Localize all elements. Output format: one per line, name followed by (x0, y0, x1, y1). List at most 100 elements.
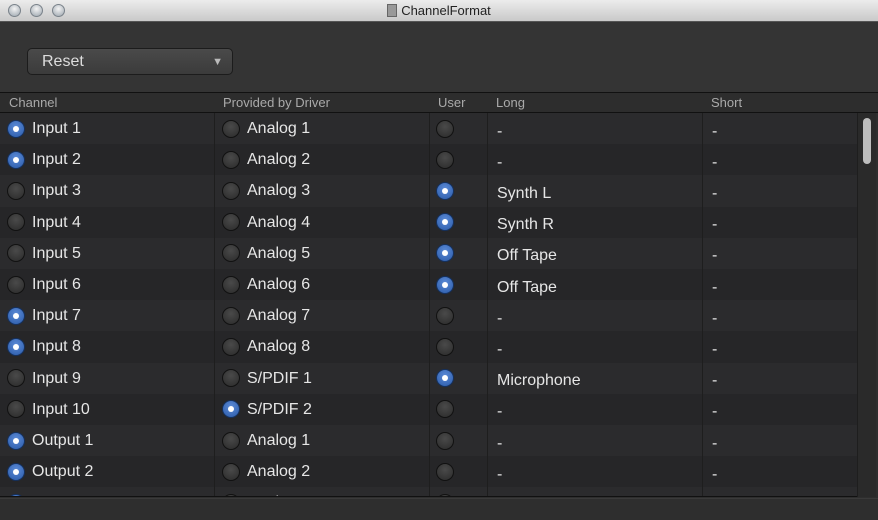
scrollbar-thumb[interactable] (863, 118, 871, 164)
driver-radio[interactable] (222, 400, 240, 419)
long-name[interactable]: - (488, 397, 502, 421)
long-name[interactable]: - (488, 304, 502, 328)
user-radio[interactable] (436, 244, 454, 263)
column-header-driver[interactable]: Provided by Driver (223, 95, 330, 110)
user-radio[interactable] (436, 181, 454, 200)
channel-name: Output 2 (32, 463, 94, 481)
column-header-channel[interactable]: Channel (9, 95, 57, 110)
driver-radio[interactable] (222, 181, 240, 200)
channel-radio[interactable] (7, 337, 25, 356)
driver-radio[interactable] (222, 431, 240, 450)
table-row: Output 3 Analog 3 - - (0, 487, 857, 496)
long-name[interactable]: - (488, 491, 502, 496)
channel-radio[interactable] (7, 244, 25, 263)
channel-name: Input 10 (32, 400, 90, 418)
long-name[interactable]: - (488, 117, 502, 141)
user-radio[interactable] (436, 400, 454, 419)
table-header: Channel Provided by Driver User Long Sho… (0, 92, 878, 113)
user-radio[interactable] (436, 275, 454, 294)
user-radio[interactable] (436, 462, 454, 481)
channel-radio[interactable] (7, 400, 25, 419)
driver-radio[interactable] (222, 119, 240, 138)
driver-radio[interactable] (222, 150, 240, 169)
channel-radio[interactable] (7, 369, 25, 388)
user-radio[interactable] (436, 119, 454, 138)
column-header-user[interactable]: User (438, 95, 465, 110)
table-row: Input 10 S/PDIF 2 - - (0, 393, 857, 425)
user-radio[interactable] (436, 213, 454, 232)
column-header-long[interactable]: Long (496, 95, 525, 110)
short-name[interactable]: - (703, 460, 717, 484)
channel-radio[interactable] (7, 181, 25, 200)
user-radio[interactable] (436, 369, 454, 388)
driver-name: Analog 6 (247, 276, 311, 294)
short-name[interactable]: - (703, 241, 717, 265)
short-name[interactable]: - (703, 366, 717, 390)
driver-name: Analog 7 (247, 307, 311, 325)
channel-radio[interactable] (7, 150, 25, 169)
channel-name: Input 7 (32, 307, 81, 325)
channel-name: Input 6 (32, 276, 81, 294)
short-name[interactable]: - (703, 273, 717, 297)
long-name[interactable]: - (488, 148, 502, 172)
channel-radio[interactable] (7, 431, 25, 450)
vertical-scrollbar[interactable] (857, 113, 876, 497)
channel-name: Input 3 (32, 182, 81, 200)
channel-name: Input 1 (32, 120, 81, 138)
table-row: Input 1 Analog 1 - - (0, 113, 857, 145)
table-row: Input 6 Analog 6 Off Tape - (0, 269, 857, 301)
driver-name: Analog 3 (247, 182, 311, 200)
table-row: Output 1 Analog 1 - - (0, 425, 857, 457)
channel-radio[interactable] (7, 213, 25, 232)
short-name[interactable]: - (703, 397, 717, 421)
channel-radio[interactable] (7, 493, 25, 496)
driver-radio[interactable] (222, 244, 240, 263)
driver-radio[interactable] (222, 275, 240, 294)
long-name[interactable]: Off Tape (488, 241, 557, 265)
channel-radio[interactable] (7, 462, 25, 481)
user-radio[interactable] (436, 431, 454, 450)
short-name[interactable]: - (703, 335, 717, 359)
long-name[interactable]: Synth R (488, 210, 554, 234)
driver-name: Analog 5 (247, 244, 311, 262)
driver-radio[interactable] (222, 369, 240, 388)
driver-name: Analog 2 (247, 151, 311, 169)
short-name[interactable]: - (703, 117, 717, 141)
column-header-short[interactable]: Short (711, 95, 742, 110)
channel-radio[interactable] (7, 306, 25, 325)
toolbar: Reset ▼ (0, 22, 878, 92)
reset-label: Reset (42, 53, 84, 70)
user-radio[interactable] (436, 493, 454, 496)
driver-name: Analog 2 (247, 463, 311, 481)
reset-popup-button[interactable]: Reset ▼ (27, 48, 233, 75)
driver-name: Analog 1 (247, 120, 311, 138)
long-name[interactable]: Microphone (488, 366, 581, 390)
long-name[interactable]: - (488, 429, 502, 453)
long-name[interactable]: Synth L (488, 179, 551, 203)
driver-radio[interactable] (222, 306, 240, 325)
short-name[interactable]: - (703, 148, 717, 172)
user-radio[interactable] (436, 150, 454, 169)
short-name[interactable]: - (703, 179, 717, 203)
short-name[interactable]: - (703, 429, 717, 453)
short-name[interactable]: - (703, 491, 717, 496)
driver-radio[interactable] (222, 462, 240, 481)
channel-name: Output 3 (32, 493, 93, 496)
user-radio[interactable] (436, 337, 454, 356)
channel-name: Output 1 (32, 432, 94, 450)
driver-radio[interactable] (222, 213, 240, 232)
long-name[interactable]: - (488, 460, 502, 484)
channel-name: Input 2 (32, 151, 81, 169)
short-name[interactable]: - (703, 210, 717, 234)
long-name[interactable]: Off Tape (488, 273, 557, 297)
short-name[interactable]: - (703, 304, 717, 328)
channel-radio[interactable] (7, 119, 25, 138)
channel-radio[interactable] (7, 275, 25, 294)
long-name[interactable]: - (488, 335, 502, 359)
user-radio[interactable] (436, 306, 454, 325)
driver-radio[interactable] (222, 337, 240, 356)
table-row: Output 2 Analog 2 - - (0, 456, 857, 488)
driver-radio[interactable] (222, 493, 240, 496)
table-row: Input 3 Analog 3 Synth L - (0, 175, 857, 207)
driver-name: S/PDIF 1 (247, 369, 312, 387)
